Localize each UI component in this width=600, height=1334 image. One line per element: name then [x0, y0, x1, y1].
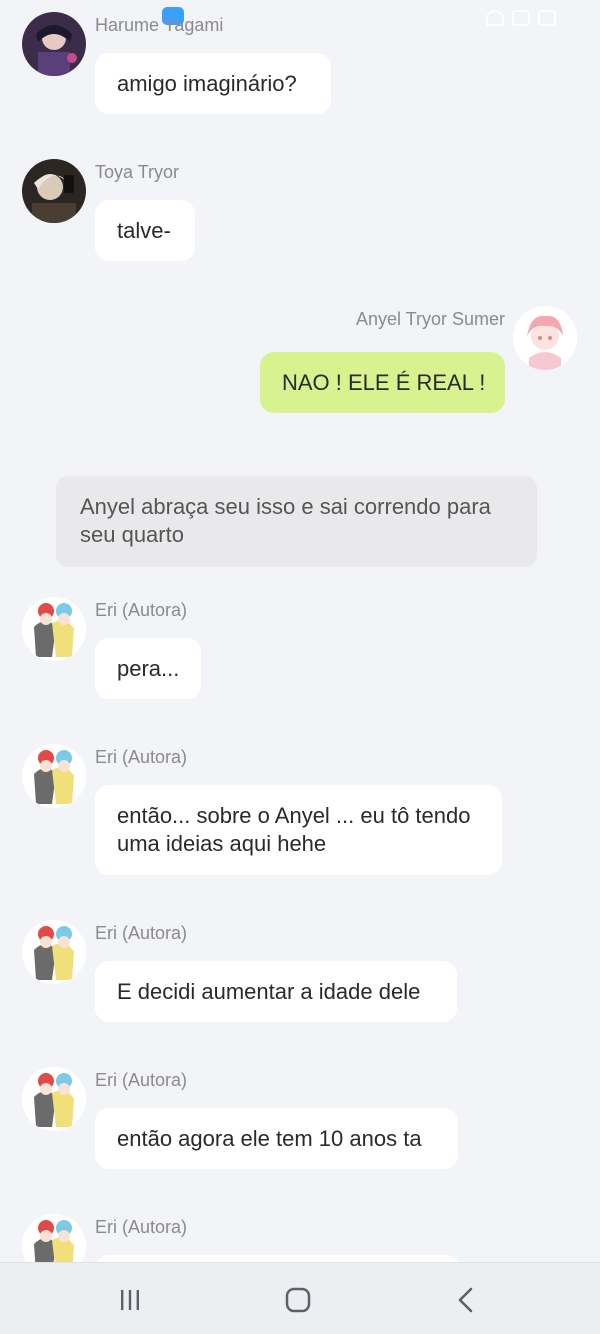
sender-name: Eri (Autora): [95, 747, 188, 767]
status-bar: 21:13: [0, 0, 600, 36]
message-bubble-own[interactable]: NAO ! ELE É REAL !: [260, 352, 505, 413]
narration-box[interactable]: Anyel abraça seu isso e sai correndo par…: [56, 476, 537, 567]
avatar[interactable]: [22, 159, 86, 223]
avatar[interactable]: [22, 12, 86, 76]
message-bubble[interactable]: amigo imaginário?: [95, 53, 331, 114]
sender-name: Eri (Autora): [95, 923, 188, 943]
message-bubble[interactable]: talve-: [95, 200, 195, 261]
battery-icon: [538, 10, 556, 26]
sender-name: Harume Yagami: [95, 15, 224, 35]
sender-name: Eri (Autora): [95, 1217, 188, 1237]
back-icon: [458, 1287, 473, 1313]
avatar[interactable]: [513, 306, 577, 370]
sender-name: Toya Tryor: [95, 162, 180, 182]
avatar[interactable]: [22, 1067, 86, 1131]
navigation-bar: [0, 1262, 600, 1334]
wifi-icon: [486, 10, 504, 26]
signal-icon: [512, 10, 530, 26]
sender-name: Eri (Autora): [95, 1070, 188, 1090]
back-button[interactable]: [446, 1283, 486, 1317]
sender-name: Eri (Autora): [95, 600, 188, 620]
message-bubble[interactable]: então agora ele tem 10 anos ta: [95, 1108, 458, 1169]
avatar[interactable]: [22, 597, 86, 661]
avatar[interactable]: [22, 744, 86, 808]
sender-name: Anyel Tryor Sumer: [355, 309, 505, 329]
home-button[interactable]: [278, 1283, 318, 1317]
recent-apps-icon: [121, 1290, 139, 1310]
home-icon: [285, 1287, 311, 1313]
message-bubble[interactable]: pera...: [95, 638, 201, 699]
message-bubble[interactable]: então... sobre o Anyel ... eu tô tendo u…: [95, 785, 502, 875]
message-bubble[interactable]: E decidi aumentar a idade dele: [95, 961, 457, 1022]
status-icons: [486, 10, 556, 26]
recent-apps-button[interactable]: [110, 1283, 150, 1317]
avatar[interactable]: [22, 920, 86, 984]
